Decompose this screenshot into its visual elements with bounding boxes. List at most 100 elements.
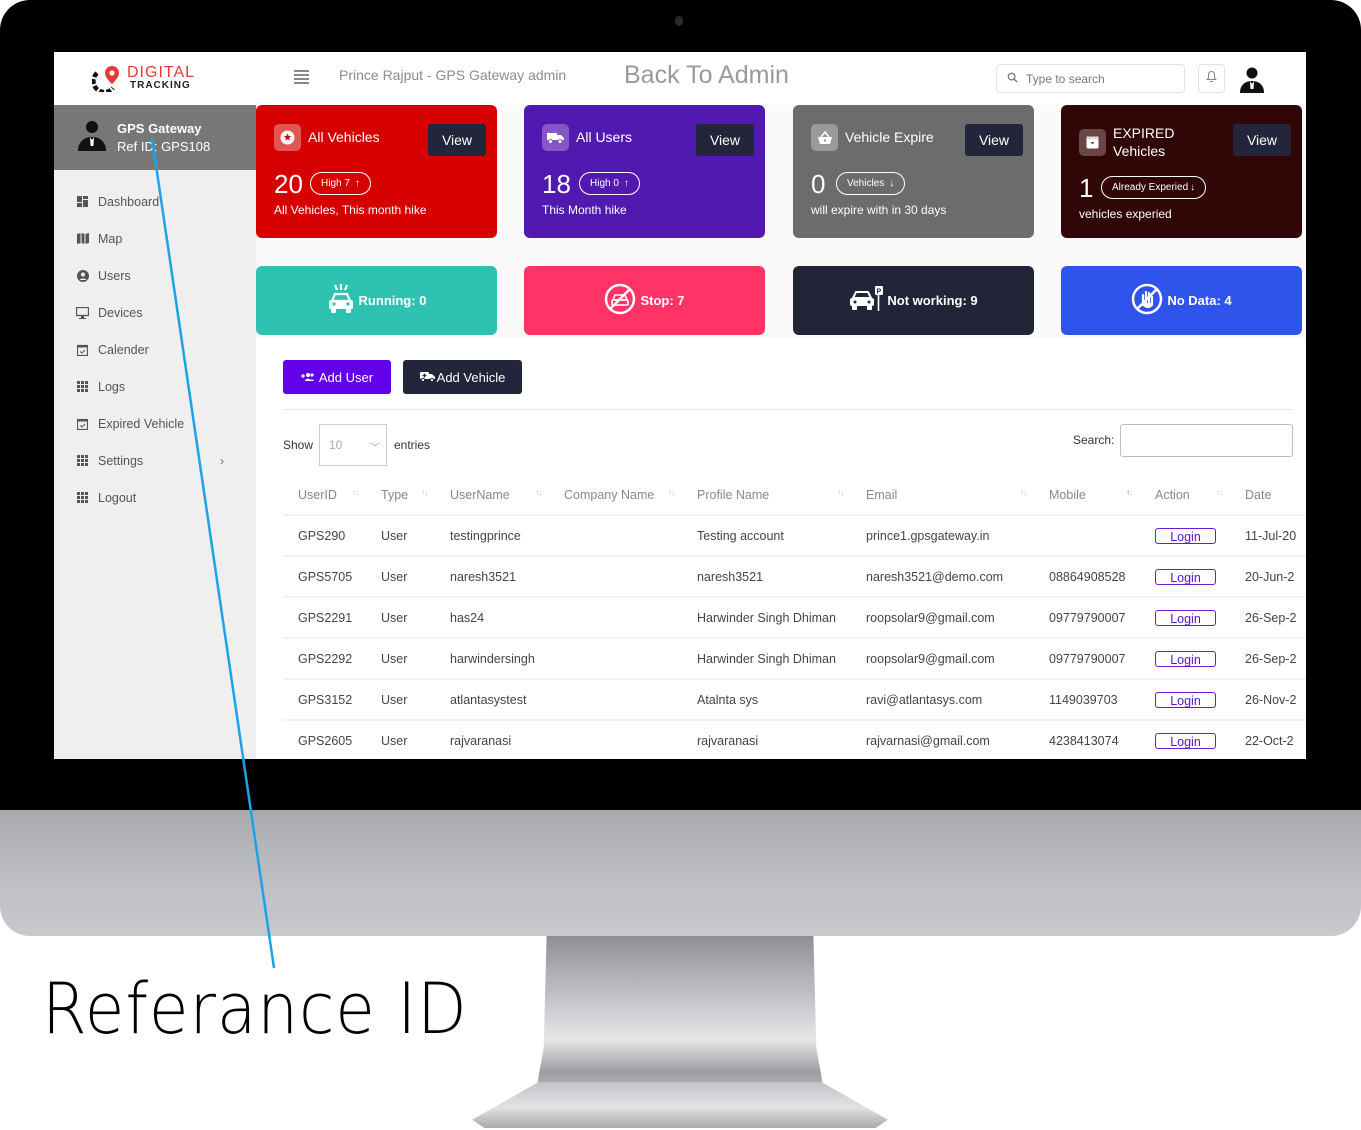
cell-action: Login xyxy=(1140,720,1230,759)
login-button[interactable]: Login xyxy=(1155,609,1216,626)
status-not-working[interactable]: P Not working: 9 xyxy=(793,266,1034,335)
column-header-profile-name[interactable]: Profile Name ↑↓ xyxy=(682,476,851,516)
view-button[interactable]: View xyxy=(696,124,754,156)
cell-company xyxy=(549,720,682,759)
cell-email: roopsolar9@gmail.com xyxy=(851,638,1034,680)
cell-userid: GPS2291 xyxy=(283,597,366,639)
cell-action: Login xyxy=(1140,638,1230,680)
cell-type: User xyxy=(366,720,435,759)
annotation-label: Referance ID xyxy=(42,968,468,1050)
card-all-vehicles: All Vehicles View 20 High 7 ↑ All Vehicle… xyxy=(256,105,497,238)
sidebar-item-map[interactable]: Map xyxy=(54,220,256,257)
column-header-userid[interactable]: UserID ↑↓ xyxy=(283,476,366,516)
cell-username: harwindersingh xyxy=(435,638,549,680)
card-title: All Users xyxy=(576,129,633,145)
cell-profile: naresh3521 xyxy=(682,556,851,598)
cell-email: ravi@atlantasys.com xyxy=(851,679,1034,721)
sidebar-item-label: Users xyxy=(98,268,131,283)
ambulance-icon xyxy=(419,370,435,385)
status-stop[interactable]: Stop: 7 xyxy=(524,266,765,335)
top-search-input[interactable] xyxy=(1026,71,1176,86)
cell-date: 26-Nov-2 xyxy=(1230,679,1306,721)
sidebar-item-calender[interactable]: Calender xyxy=(54,331,256,368)
cell-userid: GPS290 xyxy=(283,515,366,557)
camera-icon xyxy=(675,16,683,26)
sidebar-item-expired-vehicle[interactable]: Expired Vehicle xyxy=(54,405,256,442)
cell-profile: Atalnta sys xyxy=(682,679,851,721)
app-screen: DIGITAL TRACKING Prince Rajput - GPS Gat… xyxy=(54,52,1306,759)
logo[interactable]: DIGITAL TRACKING xyxy=(91,64,195,95)
cell-userid: GPS2605 xyxy=(283,720,366,759)
column-header-type[interactable]: Type ↑↓ xyxy=(366,476,435,516)
cell-profile: Harwinder Singh Dhiman xyxy=(682,597,851,639)
badge-text: Vehicles xyxy=(847,178,885,189)
page-size-select[interactable]: 10 ﹀ xyxy=(319,424,387,466)
cell-mobile: 09779790007 xyxy=(1034,638,1140,680)
cell-type: User xyxy=(366,515,435,557)
sidebar-item-logout[interactable]: Logout xyxy=(54,479,256,516)
bell-icon xyxy=(1206,70,1217,88)
status-running[interactable]: Running: 0 xyxy=(256,266,497,335)
add-vehicle-label: Add Vehicle xyxy=(436,369,506,385)
dashboard-icon xyxy=(76,195,89,208)
status-no-data[interactable]: No Data: 4 xyxy=(1061,266,1302,335)
column-label: UserID xyxy=(298,488,337,502)
cell-date: 20-Jun-2 xyxy=(1230,556,1306,598)
page-size-value: 10 xyxy=(329,438,343,452)
top-search[interactable] xyxy=(996,64,1185,93)
cell-profile: rajvaranasi xyxy=(682,720,851,759)
column-label: Email xyxy=(866,488,898,502)
add-vehicle-button[interactable]: Add Vehicle xyxy=(403,360,522,394)
login-button[interactable]: Login xyxy=(1155,650,1216,667)
column-header-mobile[interactable]: Mobile ↑↓ xyxy=(1034,476,1140,516)
column-header-date[interactable]: Date xyxy=(1230,476,1306,516)
cell-date: 26-Sep-2 xyxy=(1230,597,1306,639)
column-label: Company Name xyxy=(564,488,655,502)
sidebar-item-logs[interactable]: Logs xyxy=(54,368,256,405)
cell-userid: GPS5705 xyxy=(283,556,366,598)
users-table: UserID ↑↓ Type ↑↓ UserName ↑↓ Company Name ↑… xyxy=(283,476,1306,759)
sidebar-item-devices[interactable]: Devices xyxy=(54,294,256,331)
view-button[interactable]: View xyxy=(965,124,1023,156)
map-icon xyxy=(76,232,89,245)
divider xyxy=(283,409,1293,410)
notifications-button[interactable] xyxy=(1198,64,1225,93)
column-header-username[interactable]: UserName ↑↓ xyxy=(435,476,549,516)
sidebar-item-settings[interactable]: Settings › xyxy=(54,442,256,479)
column-header-email[interactable]: Email ↑↓ xyxy=(851,476,1034,516)
table-row: GPS290 User testingprince Testing account pr… xyxy=(283,515,1306,557)
add-user-button[interactable]: Add User xyxy=(283,360,391,394)
sidebar-item-label: Logs xyxy=(98,379,126,394)
card-title: All Vehicles xyxy=(308,129,380,145)
column-label: UserName xyxy=(450,488,510,502)
sidebar-item-label: Expired Vehicle xyxy=(98,416,185,431)
column-label: Profile Name xyxy=(697,488,770,502)
cell-username: has24 xyxy=(435,597,549,639)
profile-ref-id: Ref ID: GPS108 xyxy=(117,138,211,154)
table-search-input[interactable] xyxy=(1120,424,1293,457)
menu-icon[interactable] xyxy=(294,70,309,84)
profile-avatar-icon xyxy=(76,118,108,157)
back-to-admin-link[interactable]: Back To Admin xyxy=(624,61,789,90)
sidebar-item-dashboard[interactable]: Dashboard xyxy=(54,183,256,220)
card-subtitle: All Vehicles, This month hike xyxy=(274,203,427,217)
sort-icon: ↑↓ xyxy=(1020,488,1027,497)
sidebar-item-label: Calender xyxy=(98,342,149,357)
admin-title: Prince Rajput - GPS Gateway admin xyxy=(339,67,567,83)
login-button[interactable]: Login xyxy=(1155,732,1216,749)
login-button[interactable]: Login xyxy=(1155,568,1216,585)
view-button[interactable]: View xyxy=(1233,124,1291,156)
column-header-action[interactable]: Action ↑↓ xyxy=(1140,476,1230,516)
column-header-company-name[interactable]: Company Name ↑↓ xyxy=(549,476,682,516)
status-label: Running: 0 xyxy=(358,293,427,308)
card-title: Vehicle Expire xyxy=(845,129,934,145)
user-avatar-icon[interactable] xyxy=(1237,64,1267,94)
view-button[interactable]: View xyxy=(428,124,486,156)
sidebar-item-users[interactable]: Users xyxy=(54,257,256,294)
login-button[interactable]: Login xyxy=(1155,527,1216,544)
sort-icon: ↑↓ xyxy=(668,488,675,497)
grid-icon xyxy=(76,491,89,504)
login-button[interactable]: Login xyxy=(1155,691,1216,708)
table-search-label: Search: xyxy=(1073,433,1115,447)
cell-type: User xyxy=(366,597,435,639)
